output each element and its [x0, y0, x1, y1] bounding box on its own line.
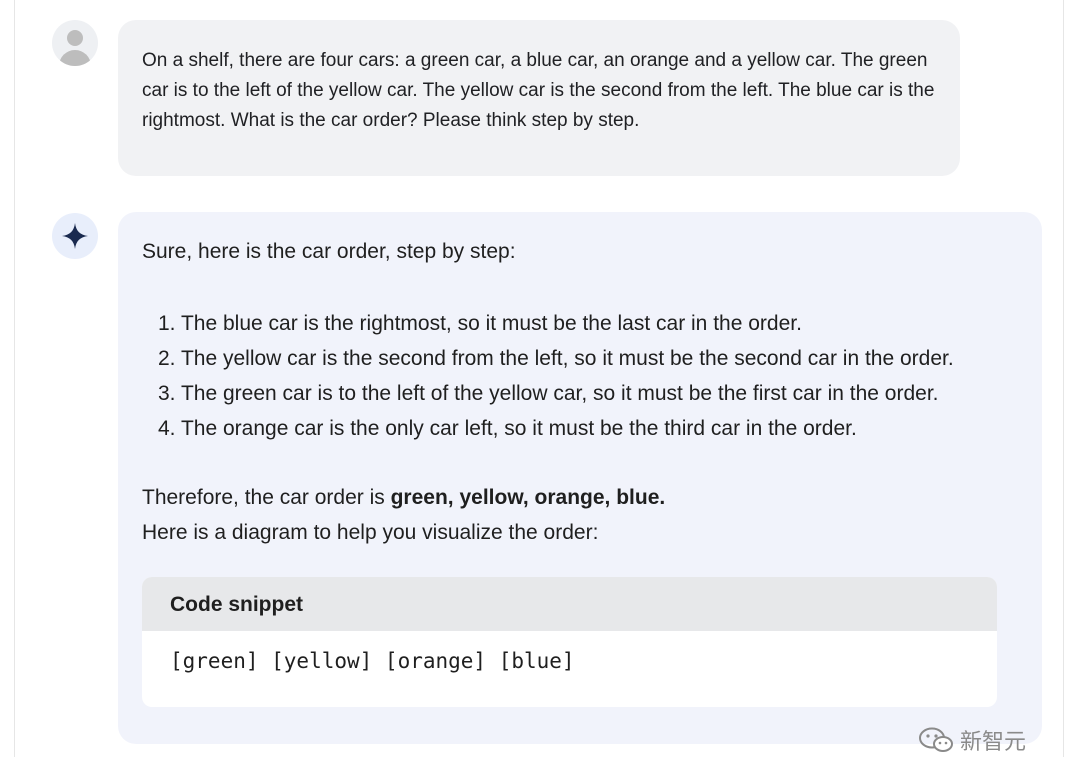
- code-snippet-block: Code snippet [green] [yellow] [orange] […: [142, 577, 997, 707]
- assistant-message-bubble: Sure, here is the car order, step by ste…: [118, 212, 1042, 744]
- assistant-intro: Sure, here is the car order, step by ste…: [142, 240, 516, 263]
- assistant-avatar: [52, 213, 98, 259]
- left-divider: [14, 0, 15, 757]
- step-item: 3. The green car is to the left of the y…: [158, 382, 939, 405]
- step-item: 1. The blue car is the rightmost, so it …: [158, 312, 802, 335]
- code-snippet-title: Code snippet: [142, 577, 997, 631]
- watermark-text: 新智元: [960, 730, 1027, 755]
- conclusion: Therefore, the car order is green, yello…: [142, 480, 665, 550]
- right-divider: [1063, 0, 1064, 757]
- step-item: 2. The yellow car is the second from the…: [158, 347, 954, 370]
- sparkle-icon: [62, 223, 88, 249]
- avatar-head: [67, 30, 83, 46]
- user-message-bubble: On a shelf, there are four cars: a green…: [118, 20, 960, 176]
- code-snippet-content: [green] [yellow] [orange] [blue]: [170, 649, 575, 673]
- diagram-intro: Here is a diagram to help you visualize …: [142, 521, 599, 544]
- conclusion-prefix: Therefore, the car order is: [142, 486, 391, 509]
- steps-list: 1. The blue car is the rightmost, so it …: [158, 306, 954, 446]
- step-item: 4. The orange car is the only car left, …: [158, 417, 857, 440]
- user-message-text: On a shelf, there are four cars: a green…: [142, 50, 935, 131]
- wechat-icon: [919, 727, 953, 752]
- user-avatar-icon: [52, 20, 98, 66]
- avatar-shoulders: [59, 50, 91, 66]
- watermark: 新智元: [918, 725, 1026, 755]
- conclusion-answer: green, yellow, orange, blue.: [390, 486, 666, 509]
